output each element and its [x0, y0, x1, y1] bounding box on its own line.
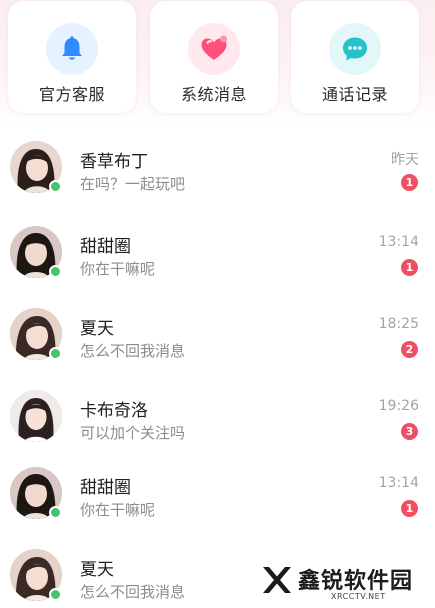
message-time: 19:26: [378, 398, 419, 414]
message-time: 13:14: [378, 475, 419, 491]
conversation-row[interactable]: 夏天 怎么不回我消息 18:25 2: [0, 308, 435, 370]
avatar: [10, 390, 62, 442]
unread-badge: 3: [401, 423, 418, 440]
unread-badge: 2: [401, 341, 418, 358]
online-status-dot: [49, 588, 62, 601]
conversation-row[interactable]: 甜甜圈 你在干嘛呢 13:14 1: [0, 226, 435, 288]
call-records-label: 通话记录: [321, 85, 388, 104]
site-watermark: 鑫锐软件园 XRCCTV.NET: [255, 560, 427, 604]
online-status-dot: [49, 265, 62, 278]
conversation-row[interactable]: 卡布奇洛 可以加个关注吗 19:26 3: [0, 390, 435, 452]
quick-actions-bar: 官方客服 系统消息 通话记录: [0, 0, 435, 130]
contact-name: 香草布丁: [80, 152, 148, 172]
message-preview: 怎么不回我消息: [80, 583, 186, 601]
watermark-subtext: XRCCTV.NET: [331, 592, 386, 601]
message-preview: 可以加个关注吗: [80, 424, 186, 442]
customer-service-label: 官方客服: [38, 85, 105, 104]
unread-badge: 1: [401, 174, 418, 191]
conversation-row[interactable]: 香草布丁 在吗？一起玩吧 昨天 1: [0, 141, 435, 203]
heart-icon: [188, 23, 240, 75]
message-time: 13:14: [378, 234, 419, 250]
contact-name: 甜甜圈: [80, 237, 131, 257]
online-status-dot: [49, 180, 62, 193]
contact-name: 甜甜圈: [80, 478, 131, 498]
contact-name: 卡布奇洛: [80, 401, 148, 421]
unread-badge: 1: [401, 259, 418, 276]
online-status-dot: [49, 347, 62, 360]
customer-service-card[interactable]: 官方客服: [8, 1, 136, 113]
system-messages-label: 系统消息: [180, 85, 247, 104]
unread-badge: 1: [401, 500, 418, 517]
system-messages-card[interactable]: 系统消息: [150, 1, 278, 113]
conversation-row[interactable]: 甜甜圈 你在干嘛呢 13:14 1: [0, 467, 435, 529]
message-preview: 在吗？一起玩吧: [80, 175, 186, 193]
chat-bubble-icon: [329, 23, 381, 75]
call-records-card[interactable]: 通话记录: [291, 1, 419, 113]
message-time: 18:25: [378, 316, 419, 332]
message-preview: 你在干嘛呢: [80, 260, 156, 278]
message-time: 昨天: [391, 152, 419, 168]
message-preview: 怎么不回我消息: [80, 342, 186, 360]
contact-name: 夏天: [80, 560, 114, 580]
bell-icon: [46, 23, 98, 75]
contact-name: 夏天: [80, 319, 114, 339]
watermark-logo-icon: [257, 562, 293, 598]
message-preview: 你在干嘛呢: [80, 501, 156, 519]
messages-page: 官方客服 系统消息 通话记录 香草布丁 在吗？一起玩吧 昨天 1 甜甜圈 你在干…: [0, 0, 435, 608]
watermark-text: 鑫锐软件园: [298, 569, 414, 594]
online-status-dot: [49, 506, 62, 519]
